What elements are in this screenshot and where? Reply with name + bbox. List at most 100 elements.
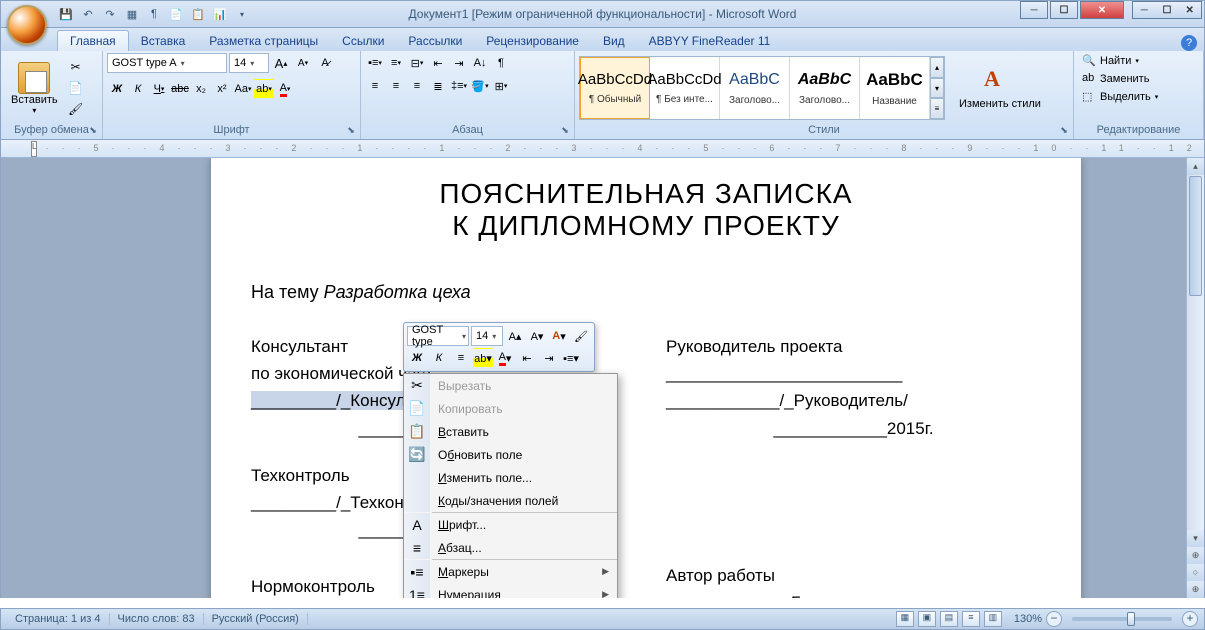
zoom-in-button[interactable]: + bbox=[1182, 611, 1198, 627]
qat-redo-icon[interactable]: ↷ bbox=[101, 5, 119, 23]
qat-icon[interactable]: ▦ bbox=[123, 5, 141, 23]
minimize-button[interactable]: ─ bbox=[1020, 1, 1048, 19]
shading-button[interactable]: 🪣▾ bbox=[470, 76, 490, 96]
copy-icon[interactable]: 📄 bbox=[66, 78, 86, 98]
cut-icon[interactable]: ✂ bbox=[66, 57, 86, 77]
clipboard-dialog-launcher[interactable]: ⬊ bbox=[87, 125, 99, 137]
gallery-more-icon[interactable]: ≡ bbox=[930, 98, 944, 119]
align-center-button[interactable]: ≡ bbox=[386, 76, 406, 96]
shrink-font-icon[interactable]: A▾ bbox=[293, 53, 313, 73]
qat-undo-icon[interactable]: ↶ bbox=[79, 5, 97, 23]
gallery-up-icon[interactable]: ▴ bbox=[930, 57, 944, 78]
menu-item-изменить-поле-[interactable]: Изменить поле... bbox=[404, 466, 617, 489]
menu-item-нумерация[interactable]: 1≡Нумерация▶ bbox=[404, 583, 617, 598]
mini-shrink-icon[interactable]: A▾ bbox=[527, 326, 547, 346]
style-heading1[interactable]: AaBbС Заголово... bbox=[720, 57, 790, 119]
underline-button[interactable]: Ч ▾ bbox=[149, 79, 169, 99]
justify-button[interactable]: ≣ bbox=[428, 76, 448, 96]
browse-prev-icon[interactable]: ⊕ bbox=[1187, 547, 1204, 564]
mini-inc-indent[interactable]: ⇥ bbox=[539, 348, 559, 368]
mini-styles-icon[interactable]: A▾ bbox=[549, 326, 569, 346]
zoom-slider[interactable] bbox=[1072, 617, 1172, 621]
tab-review[interactable]: Рецензирование bbox=[474, 31, 591, 51]
qat-icon[interactable]: ¶ bbox=[145, 5, 163, 23]
close-button[interactable]: ✕ bbox=[1080, 1, 1124, 19]
replace-button[interactable]: abЗаменить bbox=[1078, 71, 1199, 87]
zoom-out-button[interactable]: − bbox=[1046, 611, 1062, 627]
dec-indent-button[interactable]: ⇤ bbox=[428, 53, 448, 73]
styles-dialog-launcher[interactable]: ⬊ bbox=[1058, 125, 1070, 137]
sort-button[interactable]: A↓ bbox=[470, 53, 490, 73]
bullets-button[interactable]: ▪≡▾ bbox=[365, 53, 385, 73]
scroll-up-icon[interactable]: ▴ bbox=[1187, 158, 1204, 175]
tab-insert[interactable]: Вставка bbox=[129, 31, 198, 51]
tab-view[interactable]: Вид bbox=[591, 31, 637, 51]
clear-format-icon[interactable]: A̷ bbox=[315, 53, 335, 73]
font-size-combo[interactable]: 14▾ bbox=[229, 53, 269, 73]
mini-highlight[interactable]: ab▾ bbox=[473, 348, 493, 368]
font-color-button[interactable]: A▾ bbox=[275, 79, 295, 99]
mini-grow-icon[interactable]: A▴ bbox=[505, 326, 525, 346]
mini-bullets[interactable]: ▪≡▾ bbox=[561, 348, 581, 368]
multilevel-button[interactable]: ⊟▾ bbox=[407, 53, 427, 73]
zoom-value[interactable]: 130% bbox=[1014, 613, 1042, 625]
status-language[interactable]: Русский (Россия) bbox=[204, 613, 308, 625]
gallery-down-icon[interactable]: ▾ bbox=[930, 78, 944, 99]
menu-item-маркеры[interactable]: ▪≡Маркеры▶ bbox=[404, 560, 617, 583]
superscript-button[interactable]: x² bbox=[212, 79, 232, 99]
mini-dec-indent[interactable]: ⇤ bbox=[517, 348, 537, 368]
tab-layout[interactable]: Разметка страницы bbox=[197, 31, 330, 51]
change-case-button[interactable]: Aa▾ bbox=[233, 79, 253, 99]
style-nospacing[interactable]: AaBbCcDd ¶ Без инте... bbox=[650, 57, 720, 119]
mini-fontcolor[interactable]: A▾ bbox=[495, 348, 515, 368]
highlight-button[interactable]: ab▾ bbox=[254, 79, 274, 99]
view-print-icon[interactable]: ▦ bbox=[896, 611, 914, 627]
vertical-scrollbar[interactable]: ▴ ▾ ⊕ ○ ⊕ bbox=[1186, 158, 1204, 598]
mini-painter-icon[interactable]: 🖌 bbox=[571, 326, 591, 346]
align-left-button[interactable]: ≡ bbox=[365, 76, 385, 96]
align-right-button[interactable]: ≡ bbox=[407, 76, 427, 96]
qat-icon[interactable]: 📋 bbox=[189, 5, 207, 23]
maximize-button[interactable]: ☐ bbox=[1050, 1, 1078, 19]
mini-bold[interactable]: Ж bbox=[407, 348, 427, 368]
document-page[interactable]: ПОЯСНИТЕЛЬНАЯ ЗАПИСКА К ДИПЛОМНОМУ ПРОЕК… bbox=[211, 158, 1081, 598]
paragraph-dialog-launcher[interactable]: ⬊ bbox=[559, 125, 571, 137]
view-outline-icon[interactable]: ≡ bbox=[962, 611, 980, 627]
help-icon[interactable]: ? bbox=[1181, 35, 1197, 51]
format-painter-icon[interactable]: 🖌 bbox=[66, 99, 86, 119]
view-draft-icon[interactable]: ▥ bbox=[984, 611, 1002, 627]
zoom-thumb[interactable] bbox=[1127, 612, 1135, 626]
borders-button[interactable]: ⊞▾ bbox=[491, 76, 511, 96]
strike-button[interactable]: abc bbox=[170, 79, 190, 99]
show-marks-button[interactable]: ¶ bbox=[491, 53, 511, 73]
office-button[interactable] bbox=[7, 5, 47, 45]
change-styles-button[interactable]: A Изменить стили bbox=[953, 64, 1047, 112]
qat-dropdown-icon[interactable]: ▾ bbox=[233, 5, 251, 23]
view-web-icon[interactable]: ▤ bbox=[940, 611, 958, 627]
inner-window-controls[interactable]: ─☐✕ bbox=[1132, 1, 1202, 19]
horizontal-ruler[interactable]: L ···5···4···3···2···1····1···2···3···4·… bbox=[0, 140, 1205, 158]
mini-center[interactable]: ≡ bbox=[451, 348, 471, 368]
scroll-down-icon[interactable]: ▾ bbox=[1187, 530, 1204, 547]
status-words[interactable]: Число слов: 83 bbox=[110, 613, 204, 625]
tab-home[interactable]: Главная bbox=[57, 30, 129, 51]
numbering-button[interactable]: ≡▾ bbox=[386, 53, 406, 73]
status-page[interactable]: Страница: 1 из 4 bbox=[7, 613, 110, 625]
menu-item-шрифт-[interactable]: AШрифт... bbox=[404, 513, 617, 536]
scroll-thumb[interactable] bbox=[1189, 176, 1202, 296]
mini-italic[interactable]: К bbox=[429, 348, 449, 368]
qat-save-icon[interactable]: 💾 bbox=[57, 5, 75, 23]
style-normal[interactable]: AaBbCcDd ¶ Обычный bbox=[580, 57, 650, 119]
inc-indent-button[interactable]: ⇥ bbox=[449, 53, 469, 73]
line-spacing-button[interactable]: ‡≡▾ bbox=[449, 76, 469, 96]
qat-icon[interactable]: 📄 bbox=[167, 5, 185, 23]
font-name-combo[interactable]: GOST type A▾ bbox=[107, 53, 227, 73]
paste-button[interactable]: Вставить ▾ bbox=[5, 60, 64, 117]
grow-font-icon[interactable]: A▴ bbox=[271, 53, 291, 73]
find-button[interactable]: 🔍Найти ▾ bbox=[1078, 53, 1199, 69]
select-button[interactable]: ⬚Выделить ▾ bbox=[1078, 89, 1199, 105]
browse-next-icon[interactable]: ⊕ bbox=[1187, 581, 1204, 598]
mini-font-combo[interactable]: GOST type▾ bbox=[407, 326, 469, 346]
browse-object-icon[interactable]: ○ bbox=[1187, 564, 1204, 581]
style-heading2[interactable]: AaBbC Заголово... bbox=[790, 57, 860, 119]
